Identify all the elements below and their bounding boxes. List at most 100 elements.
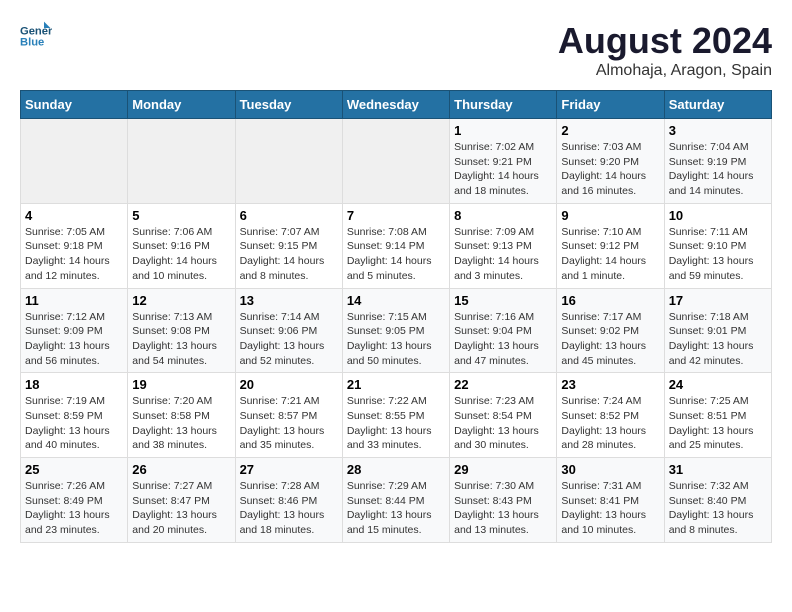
day-number: 19 <box>132 377 230 392</box>
day-info: Sunrise: 7:31 AM Sunset: 8:41 PM Dayligh… <box>561 479 659 538</box>
calendar-cell: 31Sunrise: 7:32 AM Sunset: 8:40 PM Dayli… <box>664 458 771 543</box>
page-header: General Blue August 2024 Almohaja, Arago… <box>20 20 772 80</box>
calendar-week-row: 18Sunrise: 7:19 AM Sunset: 8:59 PM Dayli… <box>21 373 772 458</box>
calendar-cell: 7Sunrise: 7:08 AM Sunset: 9:14 PM Daylig… <box>342 203 449 288</box>
page-subtitle: Almohaja, Aragon, Spain <box>558 62 772 80</box>
day-number: 14 <box>347 293 445 308</box>
svg-text:Blue: Blue <box>20 37 44 49</box>
title-block: August 2024 Almohaja, Aragon, Spain <box>558 20 772 80</box>
day-number: 22 <box>454 377 552 392</box>
day-number: 1 <box>454 123 552 138</box>
day-info: Sunrise: 7:04 AM Sunset: 9:19 PM Dayligh… <box>669 140 767 199</box>
calendar-cell: 25 Sunrise: 7:26 AM Sunset: 8:49 PM Dayli… <box>21 458 128 543</box>
day-number: 12 <box>132 293 230 308</box>
calendar-cell: 26 Sunrise: 7:27 AM Sunset: 8:47 PM Dayli… <box>128 458 235 543</box>
calendar-cell: 29 Sunrise: 7:30 AM Sunset: 8:43 PM Dayli… <box>450 458 557 543</box>
calendar-cell <box>342 119 449 204</box>
day-info: Sunrise: 7:13 AM Sunset: 9:08 PM Dayligh… <box>132 310 230 369</box>
day-info: Sunrise: 7:05 AM Sunset: 9:18 PM Dayligh… <box>25 225 123 284</box>
calendar-cell: 1 Sunrise: 7:02 AM Sunset: 9:21 PM Daylig… <box>450 119 557 204</box>
calendar-cell: 9Sunrise: 7:10 AM Sunset: 9:12 PM Daylig… <box>557 203 664 288</box>
calendar-cell: 20 Sunrise: 7:21 AM Sunset: 8:57 PM Dayli… <box>235 373 342 458</box>
calendar-cell: 2 Sunrise: 7:03 AM Sunset: 9:20 PM Daylig… <box>557 119 664 204</box>
day-number: 15 <box>454 293 552 308</box>
day-number: 31 <box>669 462 767 477</box>
day-info: Sunrise: 7:24 AM Sunset: 8:52 PM Dayligh… <box>561 394 659 453</box>
logo: General Blue <box>20 20 52 52</box>
day-info: Sunrise: 7:11 AM Sunset: 9:10 PM Dayligh… <box>669 225 767 284</box>
calendar-cell <box>128 119 235 204</box>
weekday-header-monday: Monday <box>128 91 235 119</box>
calendar-cell: 14 Sunrise: 7:15 AM Sunset: 9:05 PM Dayli… <box>342 288 449 373</box>
day-number: 17 <box>669 293 767 308</box>
day-info: Sunrise: 7:27 AM Sunset: 8:47 PM Dayligh… <box>132 479 230 538</box>
day-number: 11 <box>25 293 123 308</box>
day-info: Sunrise: 7:30 AM Sunset: 8:43 PM Dayligh… <box>454 479 552 538</box>
day-info: Sunrise: 7:14 AM Sunset: 9:06 PM Dayligh… <box>240 310 338 369</box>
day-info: Sunrise: 7:03 AM Sunset: 9:20 PM Dayligh… <box>561 140 659 199</box>
day-info: Sunrise: 7:15 AM Sunset: 9:05 PM Dayligh… <box>347 310 445 369</box>
calendar-cell: 12 Sunrise: 7:13 AM Sunset: 9:08 PM Dayli… <box>128 288 235 373</box>
day-number: 20 <box>240 377 338 392</box>
calendar-cell: 21 Sunrise: 7:22 AM Sunset: 8:55 PM Dayli… <box>342 373 449 458</box>
calendar-week-row: 4 Sunrise: 7:05 AM Sunset: 9:18 PM Daylig… <box>21 203 772 288</box>
calendar-cell: 18Sunrise: 7:19 AM Sunset: 8:59 PM Dayli… <box>21 373 128 458</box>
day-info: Sunrise: 7:18 AM Sunset: 9:01 PM Dayligh… <box>669 310 767 369</box>
weekday-header-wednesday: Wednesday <box>342 91 449 119</box>
day-info: Sunrise: 7:21 AM Sunset: 8:57 PM Dayligh… <box>240 394 338 453</box>
day-info: Sunrise: 7:28 AM Sunset: 8:46 PM Dayligh… <box>240 479 338 538</box>
day-info: Sunrise: 7:07 AM Sunset: 9:15 PM Dayligh… <box>240 225 338 284</box>
logo-icon: General Blue <box>20 20 52 52</box>
day-info: Sunrise: 7:02 AM Sunset: 9:21 PM Dayligh… <box>454 140 552 199</box>
day-number: 7 <box>347 208 445 223</box>
day-number: 24 <box>669 377 767 392</box>
calendar-cell: 15Sunrise: 7:16 AM Sunset: 9:04 PM Dayli… <box>450 288 557 373</box>
day-number: 30 <box>561 462 659 477</box>
weekday-header-tuesday: Tuesday <box>235 91 342 119</box>
calendar-cell: 17 Sunrise: 7:18 AM Sunset: 9:01 PM Dayli… <box>664 288 771 373</box>
calendar-cell: 5Sunrise: 7:06 AM Sunset: 9:16 PM Daylig… <box>128 203 235 288</box>
day-number: 3 <box>669 123 767 138</box>
day-number: 10 <box>669 208 767 223</box>
weekday-header-sunday: Sunday <box>21 91 128 119</box>
day-number: 4 <box>25 208 123 223</box>
calendar-cell: 8Sunrise: 7:09 AM Sunset: 9:13 PM Daylig… <box>450 203 557 288</box>
day-info: Sunrise: 7:22 AM Sunset: 8:55 PM Dayligh… <box>347 394 445 453</box>
day-info: Sunrise: 7:12 AM Sunset: 9:09 PM Dayligh… <box>25 310 123 369</box>
day-info: Sunrise: 7:23 AM Sunset: 8:54 PM Dayligh… <box>454 394 552 453</box>
day-number: 13 <box>240 293 338 308</box>
calendar-cell: 3 Sunrise: 7:04 AM Sunset: 9:19 PM Daylig… <box>664 119 771 204</box>
day-number: 23 <box>561 377 659 392</box>
day-number: 21 <box>347 377 445 392</box>
weekday-header-row: SundayMondayTuesdayWednesdayThursdayFrid… <box>21 91 772 119</box>
page-title: August 2024 <box>558 20 772 62</box>
day-number: 9 <box>561 208 659 223</box>
calendar-week-row: 11 Sunrise: 7:12 AM Sunset: 9:09 PM Dayli… <box>21 288 772 373</box>
day-number: 6 <box>240 208 338 223</box>
day-number: 26 <box>132 462 230 477</box>
day-number: 29 <box>454 462 552 477</box>
calendar-cell: 13 Sunrise: 7:14 AM Sunset: 9:06 PM Dayli… <box>235 288 342 373</box>
calendar-cell: 28Sunrise: 7:29 AM Sunset: 8:44 PM Dayli… <box>342 458 449 543</box>
calendar-cell: 11 Sunrise: 7:12 AM Sunset: 9:09 PM Dayli… <box>21 288 128 373</box>
calendar-cell: 30 Sunrise: 7:31 AM Sunset: 8:41 PM Dayli… <box>557 458 664 543</box>
calendar-cell <box>21 119 128 204</box>
day-number: 25 <box>25 462 123 477</box>
calendar-cell: 6 Sunrise: 7:07 AM Sunset: 9:15 PM Daylig… <box>235 203 342 288</box>
day-info: Sunrise: 7:19 AM Sunset: 8:59 PM Dayligh… <box>25 394 123 453</box>
calendar-cell: 27 Sunrise: 7:28 AM Sunset: 8:46 PM Dayli… <box>235 458 342 543</box>
calendar-cell: 24Sunrise: 7:25 AM Sunset: 8:51 PM Dayli… <box>664 373 771 458</box>
weekday-header-thursday: Thursday <box>450 91 557 119</box>
calendar-table: SundayMondayTuesdayWednesdayThursdayFrid… <box>20 90 772 543</box>
calendar-cell: 19 Sunrise: 7:20 AM Sunset: 8:58 PM Dayli… <box>128 373 235 458</box>
day-number: 28 <box>347 462 445 477</box>
day-number: 27 <box>240 462 338 477</box>
day-info: Sunrise: 7:17 AM Sunset: 9:02 PM Dayligh… <box>561 310 659 369</box>
calendar-cell: 23 Sunrise: 7:24 AM Sunset: 8:52 PM Dayli… <box>557 373 664 458</box>
calendar-cell: 16 Sunrise: 7:17 AM Sunset: 9:02 PM Dayli… <box>557 288 664 373</box>
day-number: 16 <box>561 293 659 308</box>
day-info: Sunrise: 7:26 AM Sunset: 8:49 PM Dayligh… <box>25 479 123 538</box>
weekday-header-friday: Friday <box>557 91 664 119</box>
day-number: 2 <box>561 123 659 138</box>
day-info: Sunrise: 7:20 AM Sunset: 8:58 PM Dayligh… <box>132 394 230 453</box>
